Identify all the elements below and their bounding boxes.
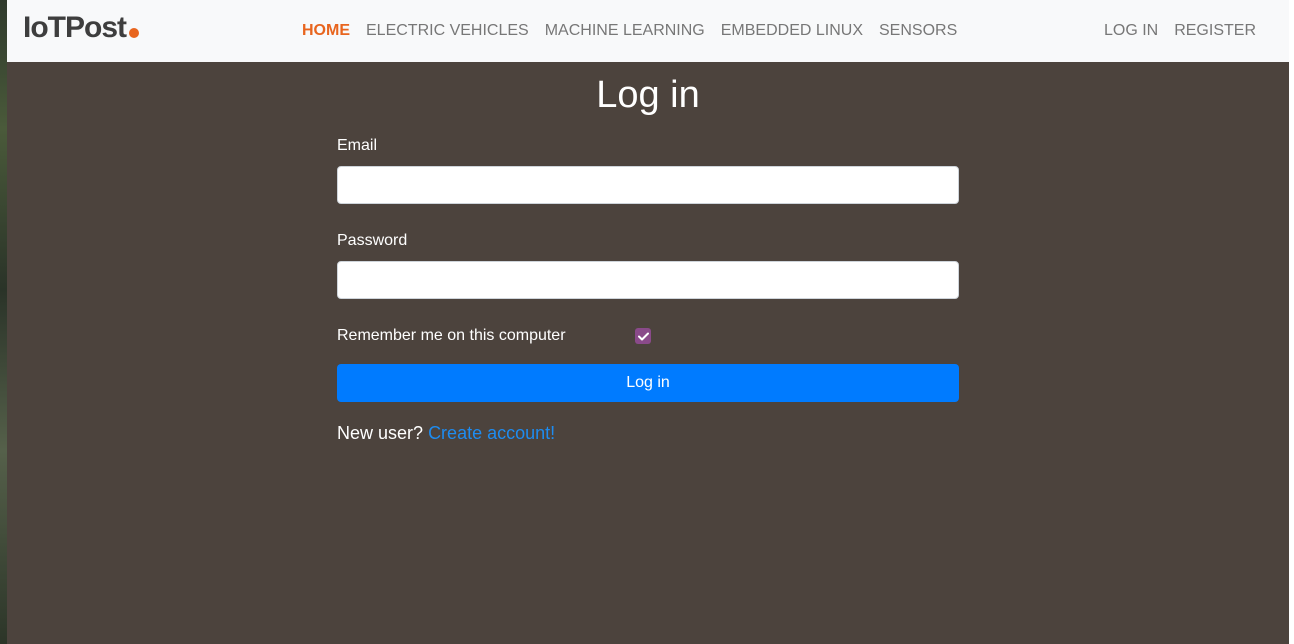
logo-dot-icon: [129, 28, 139, 38]
main-nav: HOME ELECTRIC VEHICLES MACHINE LEARNING …: [302, 21, 957, 41]
nav-item-embedded-linux[interactable]: EMBEDDED LINUX: [721, 21, 863, 41]
email-label: Email: [337, 137, 378, 154]
top-navbar: IoTPost HOME ELECTRIC VEHICLES MACHINE L…: [7, 0, 1289, 62]
logo-text: IoTPost: [23, 11, 127, 44]
login-button[interactable]: Log in: [337, 364, 959, 402]
password-label: Password: [337, 232, 408, 249]
remember-me-checkbox[interactable]: [635, 328, 651, 344]
new-user-text: New user?: [337, 423, 424, 443]
email-field[interactable]: [337, 166, 959, 204]
scrollbar-edge: [1289, 0, 1294, 644]
new-user-prompt: New user? Create account!: [337, 422, 959, 444]
checkmark-icon: [637, 332, 649, 340]
page-title: Log in: [596, 74, 700, 116]
nav-item-sensors[interactable]: SENSORS: [879, 21, 957, 41]
background-edge: [0, 0, 7, 644]
create-account-link[interactable]: Create account!: [428, 423, 555, 443]
nav-item-home[interactable]: HOME: [302, 21, 350, 41]
nav-login-link[interactable]: LOG IN: [1104, 21, 1158, 41]
remember-me-row: Remember me on this computer: [337, 326, 959, 346]
nav-register-link[interactable]: REGISTER: [1174, 21, 1256, 41]
remember-me-label: Remember me on this computer: [337, 327, 566, 344]
nav-item-electric-vehicles[interactable]: ELECTRIC VEHICLES: [366, 21, 529, 41]
page: IoTPost HOME ELECTRIC VEHICLES MACHINE L…: [7, 0, 1289, 644]
login-form: Email Password Remember me on this compu…: [337, 136, 959, 444]
auth-nav: LOG IN REGISTER: [1104, 21, 1256, 41]
password-field[interactable]: [337, 261, 959, 299]
site-logo[interactable]: IoTPost: [23, 9, 139, 47]
nav-item-machine-learning[interactable]: MACHINE LEARNING: [545, 21, 705, 41]
